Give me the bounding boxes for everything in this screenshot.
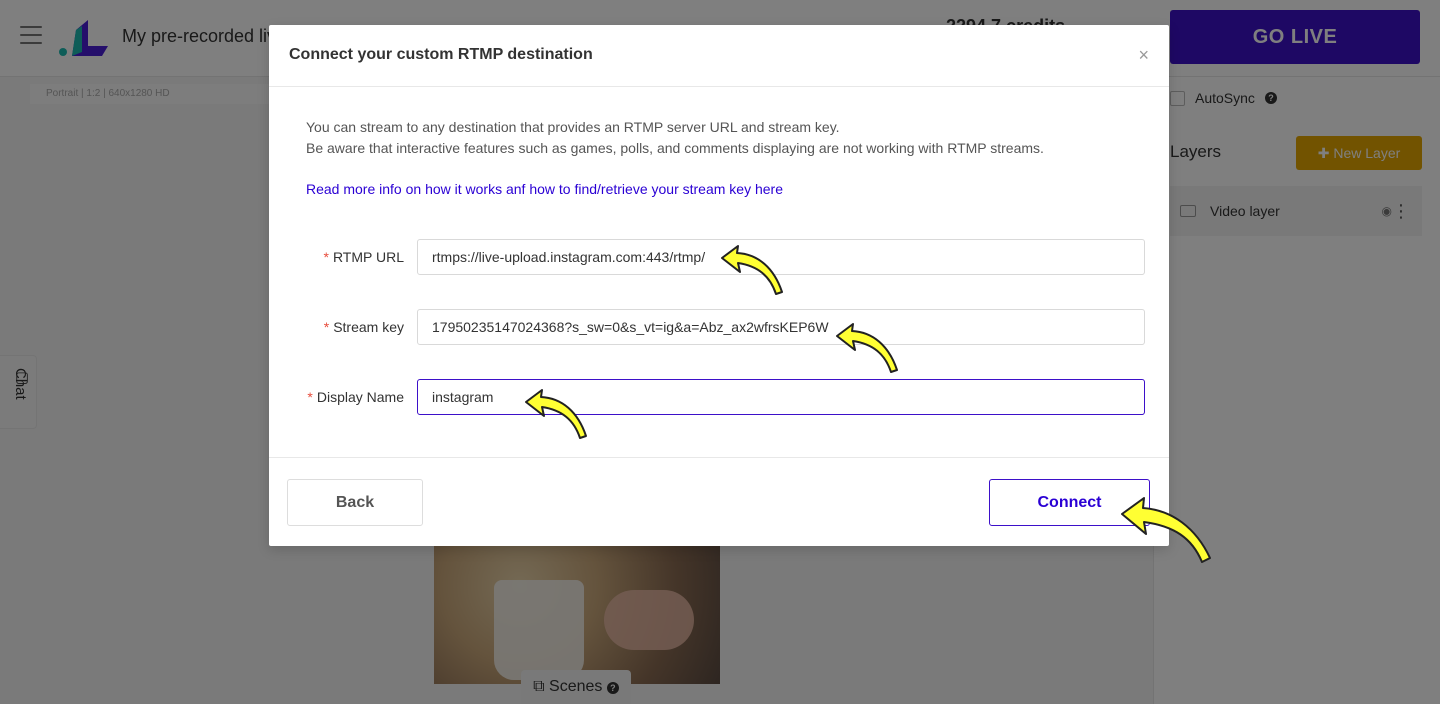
rtmp-url-label: * RTMP URL (274, 249, 404, 265)
required-marker: * (323, 319, 330, 335)
read-more-link[interactable]: Read more info on how it works anf how t… (306, 181, 783, 197)
back-button[interactable]: Back (287, 479, 423, 526)
modal-description: You can stream to any destination that p… (306, 117, 1044, 159)
modal-header: Connect your custom RTMP destination × (269, 25, 1169, 87)
modal-footer: Back Connect (269, 457, 1169, 547)
stream-key-input[interactable] (417, 309, 1145, 345)
stream-key-label: * Stream key (274, 319, 404, 335)
annotation-arrow-icon (1121, 497, 1211, 563)
display-name-label-text: Display Name (316, 389, 404, 405)
modal-title: Connect your custom RTMP destination (289, 46, 593, 63)
description-line-1: You can stream to any destination that p… (306, 119, 840, 135)
required-marker: * (307, 389, 313, 405)
annotation-arrow-icon (525, 389, 587, 439)
close-icon[interactable]: × (1138, 45, 1149, 66)
annotation-arrow-icon (836, 323, 898, 373)
stream-key-label-text: Stream key (333, 319, 404, 335)
display-name-label: * Display Name (274, 389, 404, 405)
rtmp-url-label-text: RTMP URL (332, 249, 404, 265)
required-marker: * (323, 249, 329, 265)
annotation-arrow-icon (721, 245, 783, 295)
description-line-2: Be aware that interactive features such … (306, 140, 1044, 156)
